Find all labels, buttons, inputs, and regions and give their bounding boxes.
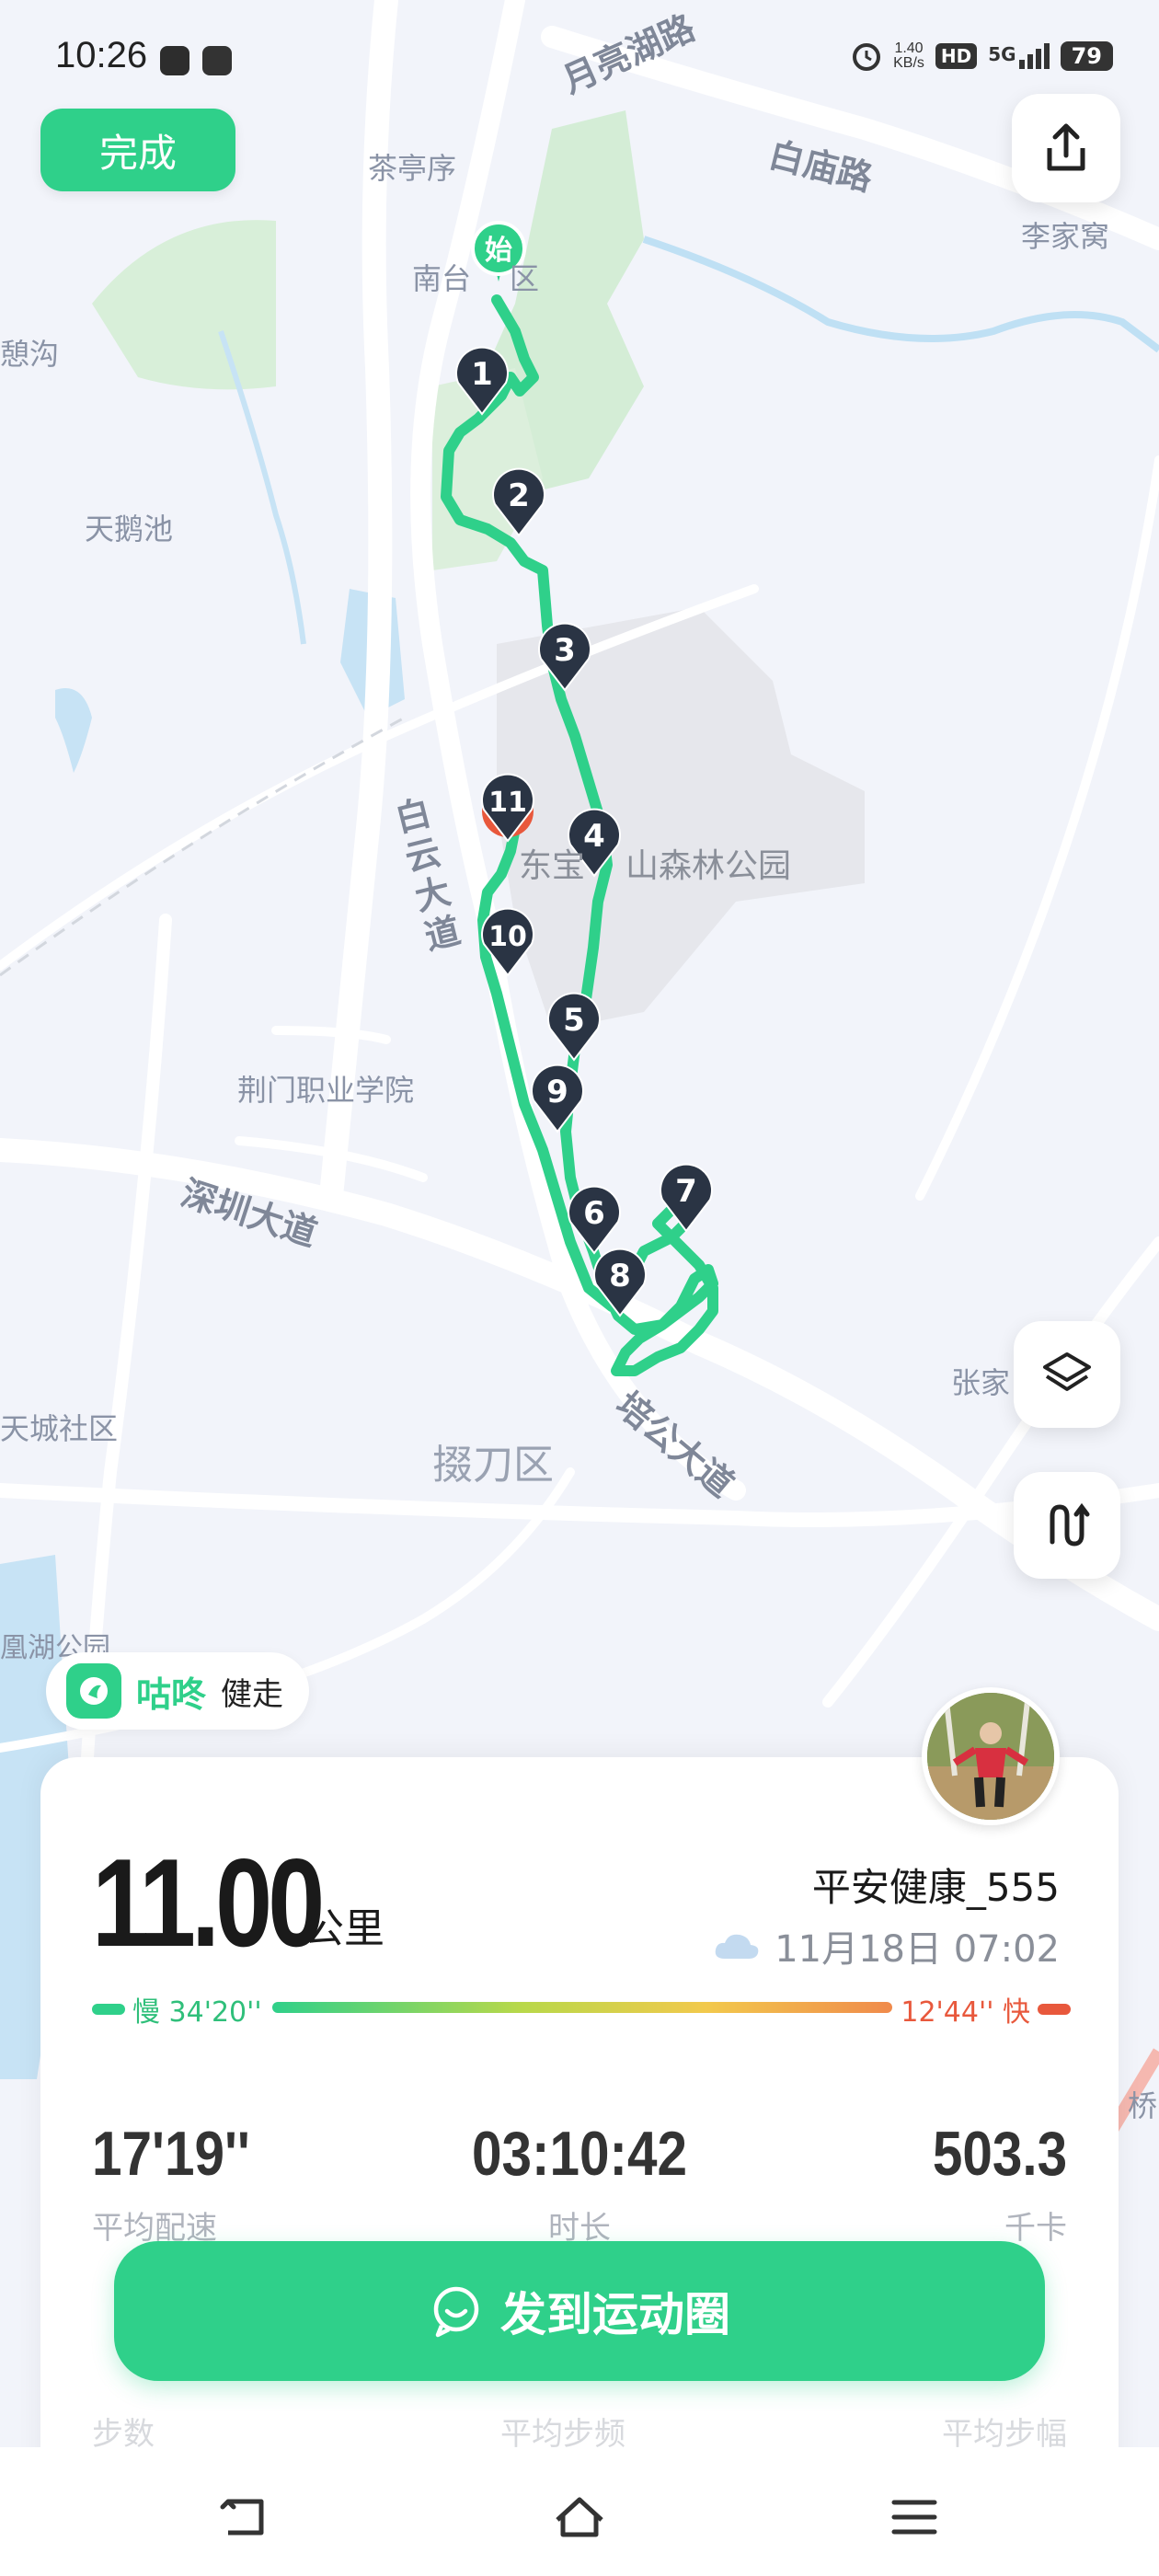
nav-back-button[interactable] xyxy=(208,2480,281,2554)
map-label-duodao-district: 掇刀区 xyxy=(432,1442,554,1489)
post-to-feed-label: 发到运动圈 xyxy=(500,2288,730,2341)
network-type: 5G xyxy=(988,43,1016,65)
pace-fast: 12'44'' 快 xyxy=(901,1989,1071,2030)
pace-gradient-bar xyxy=(272,2002,892,2013)
start-marker-label: 始 xyxy=(485,235,512,267)
brand-name: 咕咚 xyxy=(136,1673,207,1715)
net-speed-value: 1.40 xyxy=(894,40,924,56)
brand-chip: 咕咚 健走 xyxy=(46,1652,310,1730)
status-indicators: 1.40 KB/s HD 5G 79 xyxy=(851,40,1113,72)
app-notification-icon xyxy=(160,46,189,75)
pace-legend: 慢 34'20'' 12'44'' 快 xyxy=(92,1989,1071,2029)
layers-icon xyxy=(1043,1352,1091,1391)
map-label-zhangjia: 张家 xyxy=(951,1365,1011,1400)
km-marker-label: 8 xyxy=(609,1258,631,1294)
battery-indicator: 79 xyxy=(1060,41,1113,71)
map-label-nantai: 南台 xyxy=(412,261,472,296)
map-label-qigou: 憩沟 xyxy=(0,337,60,372)
km-marker-label: 5 xyxy=(563,1002,585,1039)
net-speed-unit: KB/s xyxy=(893,55,924,71)
home-icon xyxy=(556,2497,603,2537)
map-label-tiane-pond: 天鹅池 xyxy=(85,512,174,546)
status-bar: 10:26 1.40 KB/s HD 5G 79 xyxy=(0,0,1159,120)
route-toggle-icon xyxy=(1050,1502,1090,1547)
pace-fast-label: 12'44'' 快 xyxy=(901,1996,1030,2029)
share-button[interactable] xyxy=(1012,94,1120,202)
stat-calories: 503.3 千卡 xyxy=(911,2118,1067,2248)
menu-icon xyxy=(891,2500,937,2535)
pace-slow-label: 慢 34'20'' xyxy=(132,1996,262,2029)
map-label-bridge: 桥 xyxy=(1128,2088,1158,2123)
hd-badge: HD xyxy=(935,43,978,69)
km-marker-label: 11 xyxy=(488,787,527,819)
distance-unit: 公里 xyxy=(304,1905,384,1952)
map-label-forest-park: 山森林公园 xyxy=(625,847,792,885)
activity-datetime: 11月18日 07:02 xyxy=(712,1919,1060,1972)
map-label-district: 区 xyxy=(510,261,540,296)
map-label-jingmen-vocational: 荆门职业学院 xyxy=(237,1073,415,1108)
username[interactable]: 平安健康_555 xyxy=(812,1857,1060,1913)
nav-menu-button[interactable] xyxy=(878,2480,951,2554)
done-button[interactable]: 完成 xyxy=(40,109,235,191)
activity-mode: 健走 xyxy=(221,1675,284,1713)
back-icon xyxy=(220,2499,264,2536)
map-label-lijiawo: 李家窝 xyxy=(1021,219,1110,254)
distance-value: 11.00 xyxy=(92,1833,325,1972)
codoon-logo-icon xyxy=(66,1663,121,1719)
route-toggle-button[interactable] xyxy=(1014,1472,1120,1579)
alarm-icon xyxy=(853,43,881,71)
stat-duration-value: 03:10:42 xyxy=(471,2119,688,2189)
chat-bubble-icon xyxy=(433,2286,479,2338)
km-marker-label: 3 xyxy=(554,632,576,669)
net-speed: 1.40 KB/s xyxy=(893,41,924,71)
km-marker-label: 7 xyxy=(675,1173,697,1210)
signal-icon: 5G xyxy=(988,43,1050,69)
status-time: 10:26 xyxy=(55,35,148,75)
map-label-tiancheng-community: 天城社区 xyxy=(0,1411,119,1446)
map-label-chatingxu: 茶亭序 xyxy=(368,151,457,186)
summary-card: 11.00 公里 平安健康_555 11月18日 07:02 慢 34'20''… xyxy=(40,1757,1119,2548)
km-marker-label: 9 xyxy=(546,1074,568,1110)
nav-home-button[interactable] xyxy=(543,2480,616,2554)
user-avatar[interactable] xyxy=(922,1687,1060,1825)
km-marker-label: 6 xyxy=(583,1195,605,1232)
message-notification-icon xyxy=(202,46,232,75)
stat-calories-value: 503.3 xyxy=(932,2119,1067,2189)
map-label-dongbao: 东宝 xyxy=(519,847,586,885)
pace-slow: 慢 34'20'' xyxy=(92,1989,262,2030)
km-marker-label: 2 xyxy=(508,477,530,514)
km-marker-label: 4 xyxy=(583,818,605,855)
km-marker-label: 10 xyxy=(488,921,527,953)
km-marker-label: 1 xyxy=(471,356,493,393)
system-nav-bar xyxy=(0,2447,1159,2576)
post-to-feed-button[interactable]: 发到运动圈 xyxy=(114,2241,1045,2381)
datetime-text: 11月18日 07:02 xyxy=(775,1928,1060,1971)
layers-button[interactable] xyxy=(1014,1321,1120,1428)
cloud-icon xyxy=(715,1934,759,1959)
share-icon xyxy=(1047,123,1085,171)
